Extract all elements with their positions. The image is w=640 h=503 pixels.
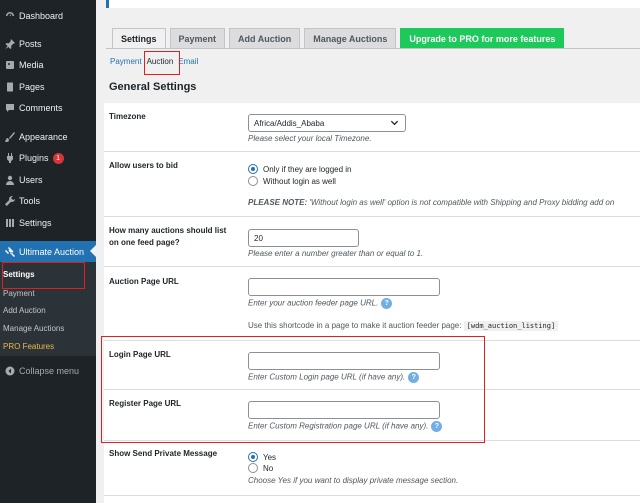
submenu-item-payment[interactable]: Payment	[3, 289, 35, 298]
radio-unchecked[interactable]	[248, 176, 258, 186]
comments-icon	[4, 103, 15, 114]
allow-bid-label: Allow users to bid	[109, 161, 178, 170]
plugins-icon	[4, 153, 15, 164]
tab-upgrade-pro[interactable]: Upgrade to PRO for more features	[400, 28, 565, 49]
radio-label: Only if they are logged in	[263, 164, 352, 174]
timezone-desc: Please select your local Timezone.	[248, 134, 372, 143]
allow-bid-option-without-login[interactable]: Without login as well	[248, 176, 336, 186]
users-icon	[4, 175, 15, 186]
sidebar-item-label: Posts	[19, 39, 42, 49]
collapse-icon	[4, 366, 15, 377]
row-divider	[104, 266, 640, 267]
auction-url-label: Auction Page URL	[109, 277, 179, 286]
submenu-item-manage-auctions[interactable]: Manage Auctions	[3, 324, 64, 333]
sidebar-item-label: Plugins	[19, 153, 49, 163]
sidebar-item-posts[interactable]: Posts	[0, 34, 96, 54]
media-icon	[4, 60, 15, 71]
tab-payment[interactable]: Payment	[169, 28, 226, 49]
sidebar-item-label: Users	[19, 175, 43, 185]
help-icon[interactable]: ?	[381, 298, 393, 309]
submenu-item-pro-features[interactable]: PRO Features	[3, 342, 54, 351]
sidebar-item-label: Media	[19, 60, 44, 70]
highlight-auction-subtab	[144, 51, 180, 75]
sidebar-item-appearance[interactable]: Appearance	[0, 127, 96, 147]
pages-icon	[4, 82, 15, 93]
sidebar-item-label: Tools	[19, 196, 41, 206]
tools-icon	[4, 196, 15, 207]
feed-count-label-line1: How many auctions should list	[109, 226, 227, 235]
chevron-down-icon	[390, 120, 399, 126]
feed-count-label-line2: on one feed page?	[109, 238, 180, 247]
allow-bid-option-logged-in[interactable]: Only if they are logged in	[248, 164, 352, 174]
pin-icon	[4, 39, 15, 50]
feed-count-desc: Please enter a number greater than or eq…	[248, 249, 424, 258]
sidebar-item-label: Appearance	[19, 132, 68, 142]
auction-shortcode-note: Use this shortcode in a page to make it …	[248, 321, 559, 331]
radio-label: Without login as well	[263, 176, 336, 186]
admin-notice	[106, 0, 640, 8]
settings-icon	[4, 218, 15, 229]
dashboard-icon	[4, 11, 15, 22]
admin-sidebar: Dashboard Posts Media Pages Comments App…	[0, 0, 96, 503]
timezone-value: Africa/Addis_Ababa	[254, 118, 325, 128]
appearance-icon	[4, 132, 15, 143]
tab-add-auction[interactable]: Add Auction	[229, 28, 301, 49]
radio-checked[interactable]	[248, 164, 258, 174]
shortcode-text: Use this shortcode in a page to make it …	[248, 321, 462, 330]
sidebar-item-dashboard[interactable]: Dashboard	[0, 6, 96, 26]
timezone-label: Timezone	[109, 112, 146, 121]
subtab-payment[interactable]: Payment	[110, 57, 142, 66]
collapse-label: Collapse menu	[19, 366, 80, 376]
settings-tabs: Settings Payment Add Auction Manage Auct…	[112, 28, 568, 49]
plugin-update-badge: 1	[52, 152, 64, 164]
private-msg-label: Show Send Private Message	[109, 449, 218, 458]
private-msg-option-yes[interactable]: Yes	[248, 452, 276, 462]
sidebar-item-comments[interactable]: Comments	[0, 98, 96, 118]
subtab-email[interactable]: Email	[178, 57, 198, 66]
sidebar-item-label: Ultimate Auction	[19, 246, 85, 257]
radio-label: Yes	[263, 452, 277, 462]
sidebar-item-label: Settings	[19, 218, 52, 228]
collapse-menu-button[interactable]: Collapse menu	[0, 361, 96, 381]
private-msg-desc: Choose Yes if you want to display privat…	[248, 476, 459, 485]
radio-label: No	[263, 463, 274, 473]
main-content: Settings Payment Add Auction Manage Auct…	[96, 0, 640, 503]
auction-icon	[4, 246, 15, 257]
row-divider	[104, 495, 640, 496]
tabs-divider	[106, 48, 640, 49]
row-divider	[104, 151, 640, 152]
highlight-url-fields	[101, 336, 485, 443]
tab-settings[interactable]: Settings	[112, 28, 166, 49]
row-divider	[104, 216, 640, 217]
sidebar-item-pages[interactable]: Pages	[0, 77, 96, 97]
feed-count-value: 20	[254, 233, 263, 243]
auction-url-input[interactable]	[248, 278, 440, 296]
radio-checked[interactable]	[248, 452, 258, 462]
section-title: General Settings	[109, 81, 197, 93]
sidebar-item-ultimate-auction[interactable]: Ultimate Auction	[0, 241, 96, 262]
sidebar-item-media[interactable]: Media	[0, 55, 96, 75]
allow-bid-note: PLEASE NOTE: 'Without login as well' opt…	[248, 198, 614, 207]
sidebar-item-users[interactable]: Users	[0, 170, 96, 190]
desc-text: Enter your auction feeder page URL.	[248, 298, 379, 308]
note-bold: PLEASE NOTE:	[248, 198, 308, 207]
private-msg-option-no[interactable]: No	[248, 463, 273, 473]
submenu-item-add-auction[interactable]: Add Auction	[3, 306, 46, 315]
note-text: 'Without login as well' option is not co…	[307, 198, 615, 207]
sidebar-item-plugins[interactable]: Plugins 1	[0, 148, 96, 168]
feed-count-input[interactable]: 20	[248, 229, 359, 247]
auction-url-desc: Enter your auction feeder page URL.?	[248, 298, 393, 309]
tab-manage-auctions[interactable]: Manage Auctions	[304, 28, 397, 49]
sidebar-item-label: Comments	[19, 103, 63, 113]
timezone-select[interactable]: Africa/Addis_Ababa	[248, 114, 406, 132]
shortcode-code: [wdm_auction_listing]	[463, 321, 559, 331]
sidebar-item-settings[interactable]: Settings	[0, 213, 96, 233]
sidebar-item-label: Pages	[19, 82, 45, 92]
highlight-settings-submenu	[2, 262, 85, 289]
radio-unchecked[interactable]	[248, 463, 258, 473]
sidebar-item-tools[interactable]: Tools	[0, 191, 96, 211]
sidebar-item-label: Dashboard	[19, 11, 64, 21]
